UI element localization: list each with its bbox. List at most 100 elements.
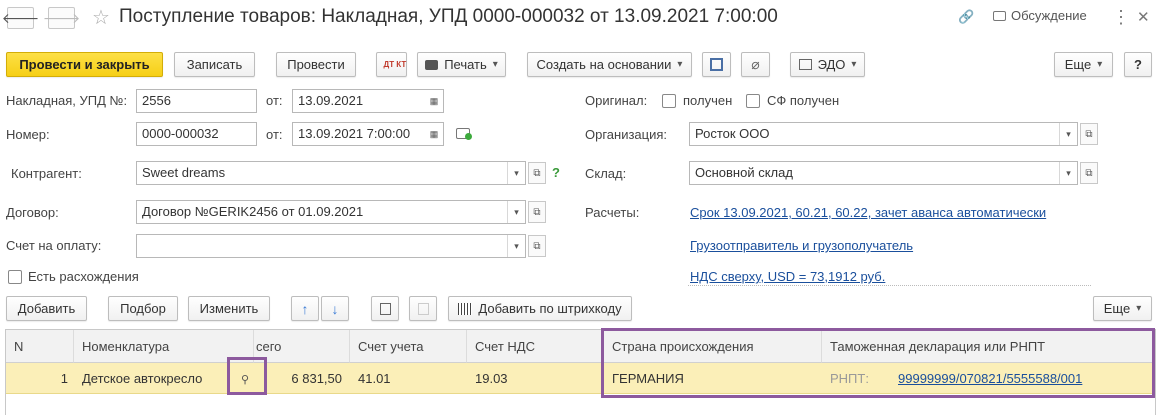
more-vertical-icon[interactable]: ⋮: [1112, 7, 1130, 28]
more-button[interactable]: Еще: [1054, 52, 1113, 77]
settlements-link[interactable]: Срок 13.09.2021, 60.21, 60.22, зачет ава…: [690, 205, 1046, 220]
discrepancy-checkbox[interactable]: [8, 270, 22, 284]
post-and-close-button[interactable]: Провести и закрыть: [6, 52, 163, 77]
organization-field[interactable]: Росток ООО ▾: [689, 122, 1078, 146]
post-button[interactable]: Провести: [276, 52, 356, 77]
forward-button[interactable]: 🡒: [43, 7, 80, 29]
counterparty-open-button[interactable]: ⧉: [528, 162, 546, 184]
number-date-label: от:: [266, 127, 283, 142]
number-date-field[interactable]: 13.09.2021 7:00:00 ▦: [292, 122, 444, 146]
add-by-barcode-label: Добавить по штрихкоду: [478, 301, 622, 316]
chat-icon: [993, 10, 1006, 21]
original-label: Оригинал:: [585, 93, 648, 108]
counterparty-field[interactable]: Sweet dreams ▾: [136, 161, 526, 185]
open-icon: ⧉: [1085, 128, 1093, 140]
number-field[interactable]: 0000-000032: [136, 122, 257, 146]
calendar-icon[interactable]: ▦: [425, 123, 443, 145]
chevron-down-icon[interactable]: ▾: [507, 162, 525, 184]
warehouse-label: Склад:: [585, 166, 627, 181]
create-based-label: Создать на основании: [536, 57, 672, 72]
help-button[interactable]: ?: [1124, 52, 1152, 77]
chevron-down-icon[interactable]: ▾: [507, 235, 525, 257]
discussion-label: Обсуждение: [1011, 8, 1087, 23]
favorite-star-icon[interactable]: ☆: [92, 5, 110, 30]
add-button[interactable]: Добавить: [6, 296, 87, 321]
cell-item[interactable]: Детское автокресло: [74, 363, 234, 394]
structure-button[interactable]: [702, 52, 731, 77]
counterparty-value: Sweet dreams: [142, 165, 226, 180]
print-button[interactable]: Печать: [417, 52, 506, 77]
table-more-label: Еще: [1103, 301, 1131, 316]
calendar-icon[interactable]: ▦: [425, 90, 443, 112]
close-icon[interactable]: ✕: [1137, 8, 1150, 26]
contract-label: Договор:: [6, 205, 59, 220]
dtkt-button[interactable]: ДТ КТ: [376, 52, 407, 77]
paste-icon: [417, 302, 429, 315]
edo-label: ЭДО: [817, 57, 846, 72]
column-header-total[interactable]: сего: [254, 330, 350, 363]
cell-account[interactable]: 41.01: [350, 363, 467, 394]
invoice-date-field[interactable]: 13.09.2021 ▦: [292, 89, 444, 113]
organization-value: Росток ООО: [695, 126, 770, 141]
organization-label: Организация:: [585, 127, 668, 142]
printer-icon: [425, 59, 439, 70]
pick-button[interactable]: Подбор: [108, 296, 178, 321]
move-down-button[interactable]: ↓: [321, 296, 349, 321]
contract-field[interactable]: Договор №GERIK2456 от 01.09.2021 ▾: [136, 200, 526, 224]
column-header-n[interactable]: N: [6, 330, 74, 363]
discussion-button[interactable]: Обсуждение: [993, 8, 1087, 23]
back-button[interactable]: 🡐: [2, 7, 39, 29]
column-header-vat-account[interactable]: Счет НДС: [467, 330, 604, 363]
warehouse-value: Основной склад: [695, 165, 793, 180]
add-by-barcode-button[interactable]: Добавить по штрихкоду: [448, 296, 632, 321]
invoice-payment-open-button[interactable]: ⧉: [528, 235, 546, 257]
open-icon: ⧉: [533, 206, 541, 218]
open-icon: ⧉: [1085, 167, 1093, 179]
page-title: Поступление товаров: Накладная, УПД 0000…: [119, 6, 778, 27]
copy-button[interactable]: [371, 296, 399, 321]
chevron-down-icon[interactable]: ▾: [507, 201, 525, 223]
create-based-button[interactable]: Создать на основании: [527, 52, 692, 77]
warehouse-open-button[interactable]: ⧉: [1080, 162, 1098, 184]
edo-icon: [798, 59, 812, 70]
arrow-down-icon: ↓: [331, 300, 339, 317]
change-button[interactable]: Изменить: [188, 296, 270, 321]
arrow-up-icon: ↑: [301, 300, 309, 317]
invoice-payment-field[interactable]: ▾: [136, 234, 526, 258]
sf-received-checkbox[interactable]: [746, 94, 760, 108]
table-more-button[interactable]: Еще: [1093, 296, 1152, 321]
edo-button[interactable]: ЭДО: [790, 52, 865, 77]
vat-link-underline-box: [688, 285, 1091, 286]
chevron-down-icon[interactable]: ▾: [1059, 123, 1077, 145]
move-up-button[interactable]: ↑: [291, 296, 319, 321]
organization-open-button[interactable]: ⧉: [1080, 123, 1098, 145]
cell-total[interactable]: 6 831,50: [254, 363, 350, 394]
dtkt-icon: ДТ КТ: [383, 59, 407, 69]
counterparty-label: Контрагент:: [11, 166, 82, 181]
sf-received-label: СФ получен: [767, 93, 840, 108]
open-icon: ⧉: [533, 240, 541, 252]
arrow-left-icon: 🡐: [1, 9, 40, 26]
cell-vat-account[interactable]: 19.03: [467, 363, 604, 394]
invoice-number-label: Накладная, УПД №:: [6, 93, 128, 108]
settlements-label: Расчеты:: [585, 205, 640, 220]
contract-open-button[interactable]: ⧉: [528, 201, 546, 223]
invoice-number-field[interactable]: 2556: [136, 89, 257, 113]
original-received-checkbox[interactable]: [662, 94, 676, 108]
cell-n: 1: [60, 371, 68, 386]
number-label: Номер:: [6, 127, 50, 142]
print-label: Печать: [444, 57, 487, 72]
link-icon[interactable]: 🔗: [958, 9, 974, 25]
help-question-icon[interactable]: ?: [552, 165, 560, 180]
chevron-down-icon[interactable]: ▾: [1059, 162, 1077, 184]
shipper-consignee-link[interactable]: Грузоотправитель и грузополучатель: [690, 238, 913, 253]
column-header-account[interactable]: Счет учета: [350, 330, 467, 363]
original-received-label: получен: [683, 93, 733, 108]
vat-link[interactable]: НДС сверху, USD = 73,1912 руб.: [690, 269, 885, 284]
attach-button[interactable]: ⌀: [741, 52, 770, 77]
save-button[interactable]: Записать: [174, 52, 255, 77]
warehouse-field[interactable]: Основной склад ▾: [689, 161, 1078, 185]
discrepancy-label: Есть расхождения: [28, 269, 139, 284]
paste-button[interactable]: [409, 296, 437, 321]
more-label: Еще: [1064, 57, 1092, 72]
